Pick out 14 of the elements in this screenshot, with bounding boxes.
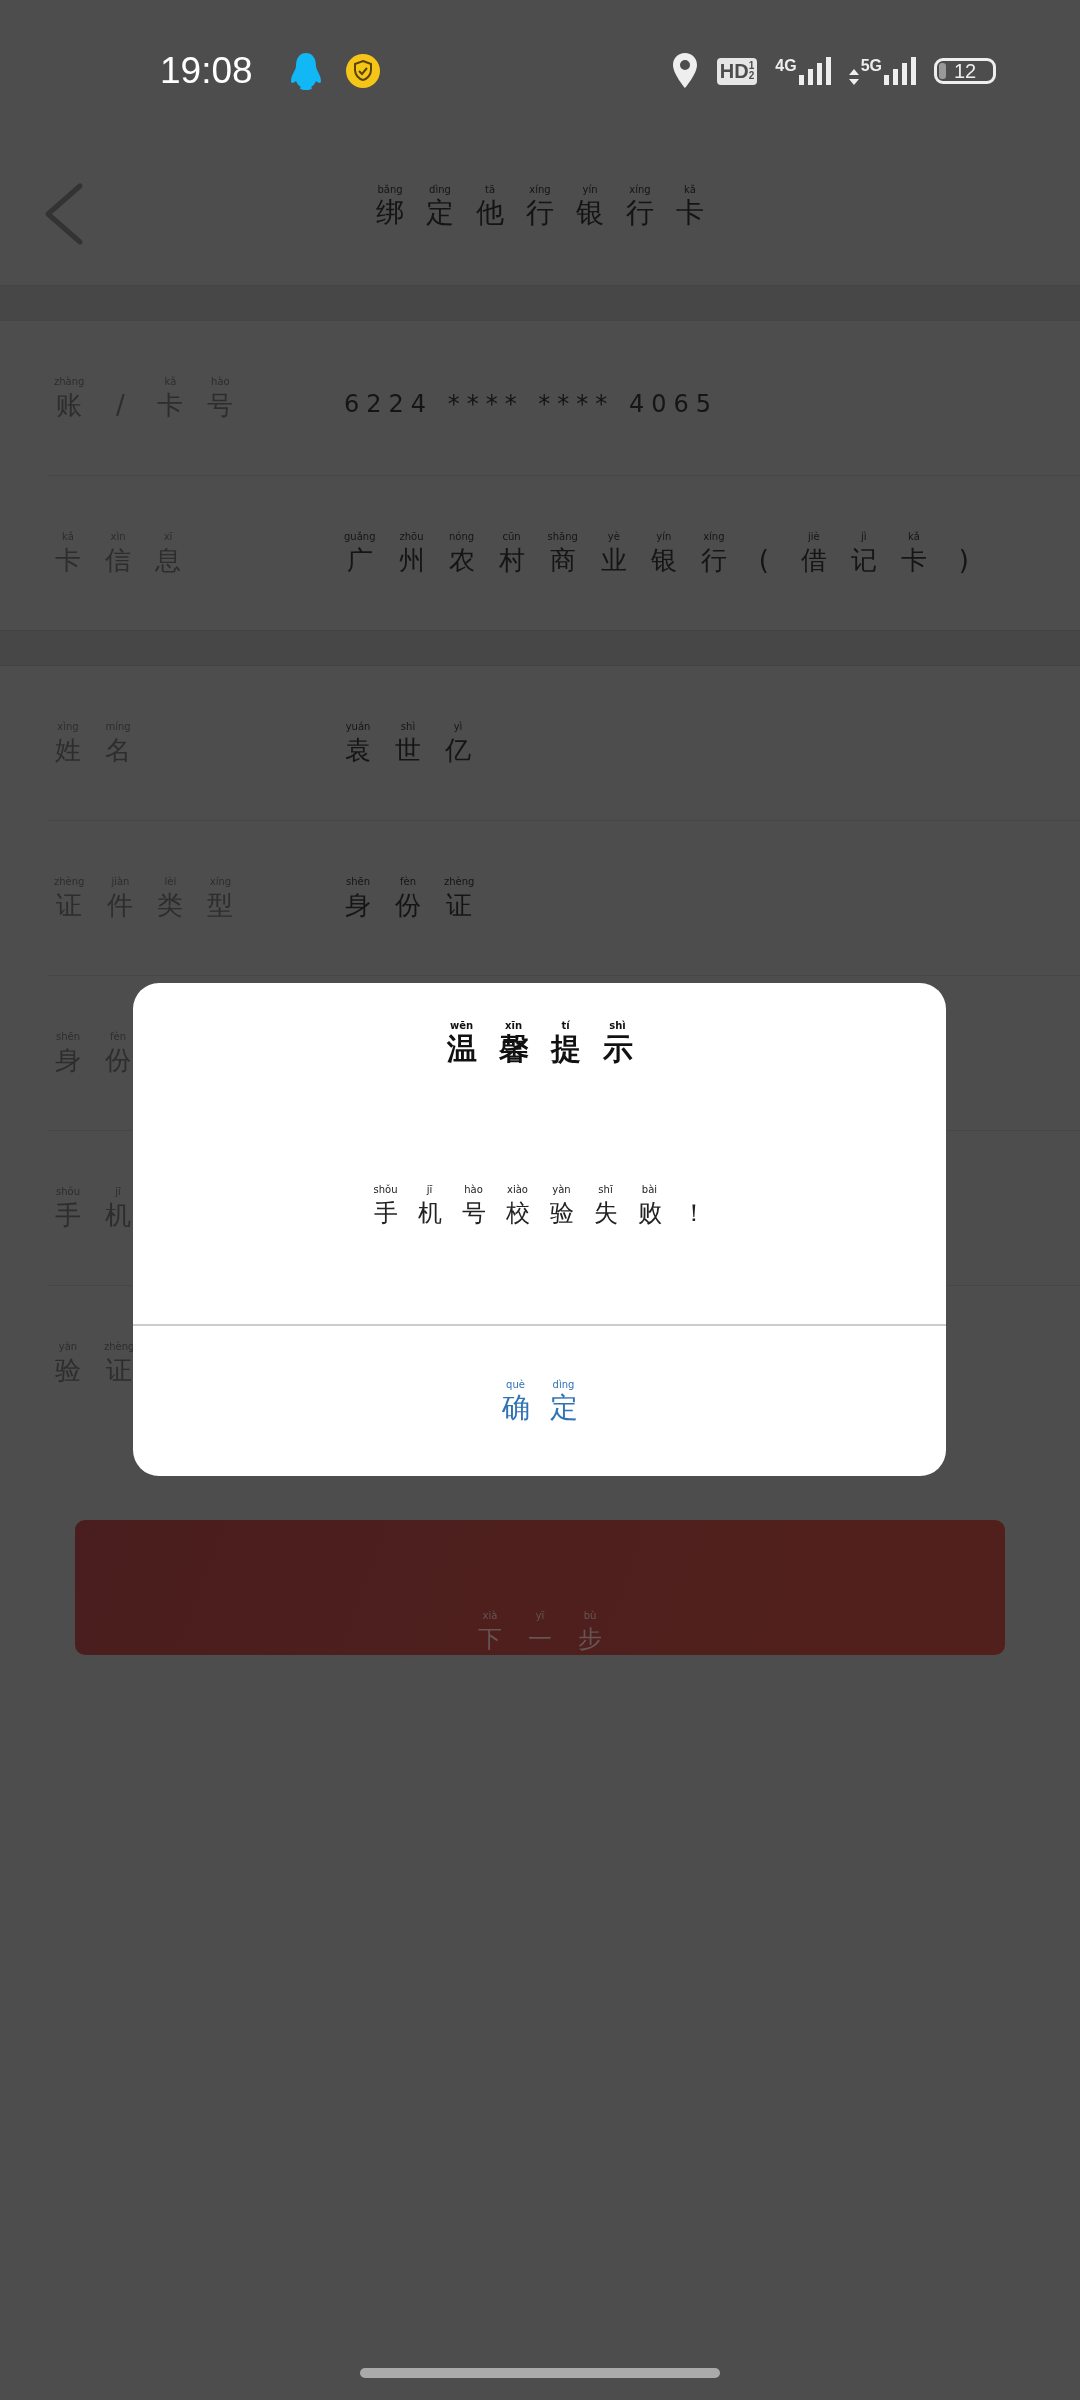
clock-time: 19:08 [160,50,253,92]
location-icon [670,52,699,90]
penguin-icon [288,51,323,91]
field-value: 6224 **** **** 4065 [344,389,719,418]
signal-bars-icon [798,57,831,85]
shield-icon [344,53,381,89]
data-arrows-icon [848,69,859,85]
signal-bars-icon [884,57,916,85]
battery-indicator: 12 [934,58,996,84]
dialog-title: wēn 温 xīn 馨 tí 提 shì 示 [446,1019,633,1065]
dialog-message: shǒu 手 jī 机 hào 号 xiào 校 yàn 验 shī 失 bài 败 ！ [372,1183,707,1229]
network-type: 5G [860,57,882,75]
confirm-button[interactable]: què 确 dìng 定 [501,1378,578,1424]
network-type: 4G [775,57,797,75]
